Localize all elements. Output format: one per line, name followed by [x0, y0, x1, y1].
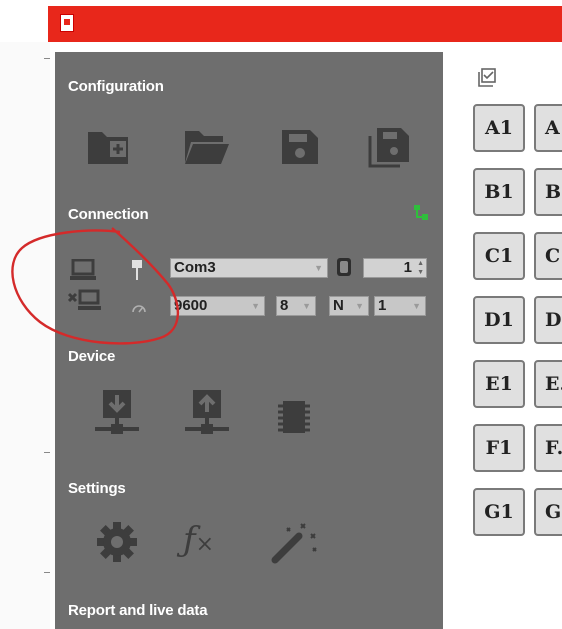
channel-button[interactable]: C [534, 232, 562, 280]
port-select-value: Com3 [174, 259, 216, 276]
window-edge-tick [44, 572, 50, 573]
chevron-down-icon: ▼ [314, 263, 323, 273]
function-icon[interactable]: ƒ× [183, 520, 214, 565]
data-bits-value: 8 [280, 297, 289, 314]
upload-from-device-icon[interactable] [185, 388, 229, 436]
open-folder-icon[interactable] [183, 129, 231, 165]
new-folder-icon[interactable] [86, 128, 130, 166]
background-window-edge [0, 42, 50, 629]
select-all-icon[interactable] [477, 68, 497, 88]
gear-icon[interactable] [97, 522, 137, 562]
gauge-icon [132, 305, 146, 313]
side-panel: Configuration Connection Com3 ▼ 1 ▲ ▼ 96… [55, 52, 443, 629]
channel-button[interactable]: D1 [473, 296, 525, 344]
stop-bits-select[interactable]: 1 ▼ [374, 296, 426, 316]
channel-button[interactable]: D [534, 296, 562, 344]
baud-rate-value: 9600 [174, 297, 208, 314]
chevron-down-icon: ▼ [302, 301, 311, 311]
usb-plug-icon [132, 260, 142, 280]
channel-button[interactable]: G1 [473, 488, 525, 536]
stepper-arrows-icon[interactable]: ▲ ▼ [417, 259, 424, 277]
window-edge-tick [44, 452, 50, 453]
section-title-connection: Connection [68, 206, 149, 223]
magic-wand-icon[interactable] [271, 518, 321, 564]
connect-computer-icon[interactable] [70, 259, 96, 281]
address-stepper[interactable]: 1 ▲ ▼ [363, 258, 427, 278]
channel-button[interactable]: C1 [473, 232, 525, 280]
section-title-configuration: Configuration [68, 78, 164, 95]
network-status-icon [414, 205, 428, 220]
title-bar [48, 6, 562, 42]
stop-bits-value: 1 [378, 297, 387, 314]
channel-button[interactable]: A1 [473, 104, 525, 152]
window-edge-tick [44, 58, 50, 59]
channel-button[interactable]: B1 [473, 168, 525, 216]
disconnect-computer-icon[interactable] [68, 288, 102, 312]
channel-button[interactable]: A [534, 104, 562, 152]
baud-rate-select[interactable]: 9600 ▼ [170, 296, 265, 316]
channel-grid: A1AB1BC1CD1DE1E.F1F.G1G [450, 42, 562, 629]
address-value: 1 [403, 259, 412, 276]
section-title-settings: Settings [68, 480, 126, 497]
parity-value: N [333, 297, 344, 314]
channel-button[interactable]: E1 [473, 360, 525, 408]
save-icon[interactable] [280, 128, 320, 166]
chevron-down-icon: ▼ [251, 301, 260, 311]
app-logo-icon [60, 14, 74, 32]
save-as-icon[interactable] [367, 126, 411, 168]
chip-icon[interactable] [277, 399, 311, 435]
port-select[interactable]: Com3 ▼ [170, 258, 328, 278]
address-icon [337, 258, 351, 276]
chevron-down-icon: ▼ [412, 301, 421, 311]
section-title-report: Report and live data [68, 602, 208, 619]
channel-button[interactable]: E. [534, 360, 562, 408]
channel-button[interactable]: F1 [473, 424, 525, 472]
channel-button[interactable]: B [534, 168, 562, 216]
channel-button[interactable]: G [534, 488, 562, 536]
parity-select[interactable]: N ▼ [329, 296, 369, 316]
data-bits-select[interactable]: 8 ▼ [276, 296, 316, 316]
chevron-down-icon: ▼ [355, 301, 364, 311]
download-to-device-icon[interactable] [95, 388, 139, 436]
section-title-device: Device [68, 348, 116, 365]
channel-button[interactable]: F. [534, 424, 562, 472]
